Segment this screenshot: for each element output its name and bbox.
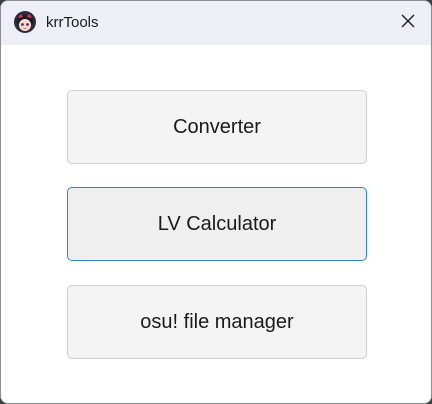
- title-bar[interactable]: krrTools: [1, 1, 431, 45]
- close-icon: [400, 13, 416, 34]
- window-title: krrTools: [46, 14, 99, 31]
- app-window: krrTools Converter LV Calculator osu! fi…: [0, 0, 432, 404]
- converter-button[interactable]: Converter: [67, 90, 367, 164]
- osu-file-manager-button-label: osu! file manager: [140, 310, 294, 333]
- main-content: Converter LV Calculator osu! file manage…: [1, 45, 431, 403]
- lv-calculator-button-label: LV Calculator: [157, 212, 277, 235]
- osu-file-manager-button[interactable]: osu! file manager: [67, 285, 367, 359]
- close-button[interactable]: [385, 1, 431, 45]
- lv-calculator-button[interactable]: LV Calculator: [67, 187, 367, 261]
- converter-button-label: Converter: [173, 115, 261, 138]
- anime-avatar-icon: [13, 10, 37, 34]
